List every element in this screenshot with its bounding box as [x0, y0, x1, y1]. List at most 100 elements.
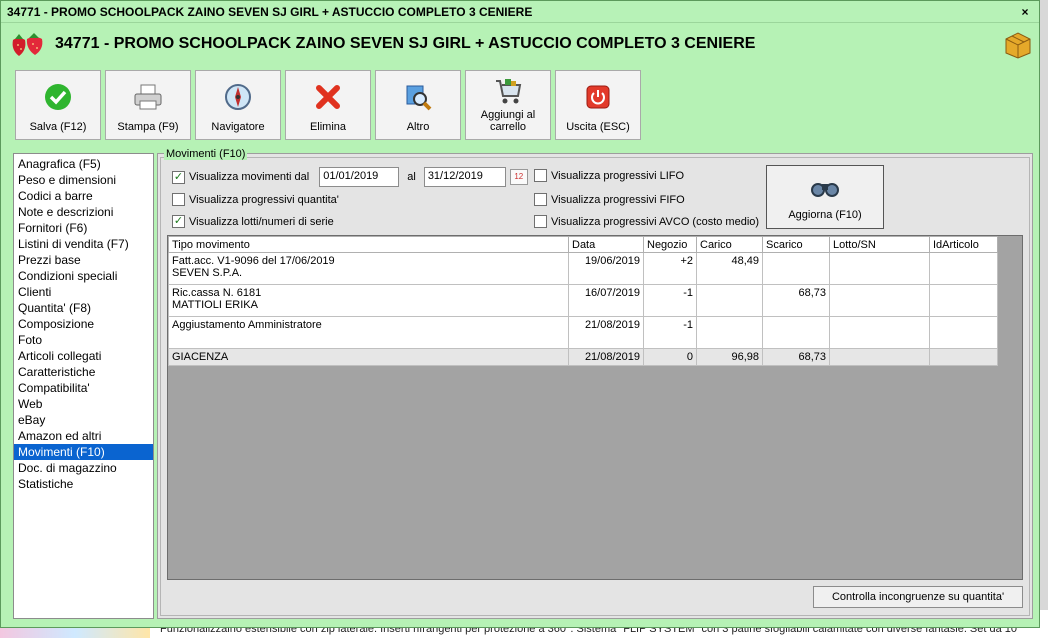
sidebar-item[interactable]: Clienti — [14, 284, 153, 300]
col-scarico[interactable]: Scarico — [762, 236, 830, 253]
magnifier-icon — [402, 81, 434, 113]
article-header: 34771 - PROMO SCHOOLPACK ZAINO SEVEN SJ … — [9, 27, 1037, 61]
cell-scarico — [762, 316, 830, 349]
binoculars-icon — [810, 178, 840, 201]
sidebar-item[interactable]: Codici a barre — [14, 188, 153, 204]
avco-checkbox[interactable] — [534, 215, 547, 228]
sidebar-item[interactable]: Statistiche — [14, 476, 153, 492]
save-label: Salva (F12) — [29, 121, 87, 133]
movements-table: Tipo movimento Data Negozio Carico Scari… — [168, 236, 998, 366]
avco-label: Visualizza progressivi AVCO (costo medio… — [551, 215, 760, 228]
progressive-qty-label: Visualizza progressivi quantita' — [189, 193, 339, 206]
fifo-label: Visualizza progressivi FIFO — [551, 193, 685, 206]
add-to-cart-label-line1: Aggiungi al — [480, 109, 536, 121]
refresh-label: Aggiorna (F10) — [788, 209, 862, 221]
other-button[interactable]: Altro — [375, 70, 461, 140]
date-from-input[interactable]: 01/01/2019 — [319, 167, 400, 187]
total-carico: 96,98 — [696, 348, 763, 366]
sidebar-item[interactable]: Anagrafica (F5) — [14, 156, 153, 172]
power-icon — [582, 81, 614, 113]
window-title: 34771 - PROMO SCHOOLPACK ZAINO SEVEN SJ … — [7, 4, 533, 19]
tipo-line1: Fatt.acc. V1-9096 del 17/06/2019 — [172, 255, 335, 267]
tipo-line2: SEVEN S.P.A. — [172, 267, 243, 279]
tipo-line1: Ric.cassa N. 6181 — [172, 287, 262, 299]
total-scarico: 68,73 — [762, 348, 830, 366]
calendar-icon[interactable]: 12 — [509, 169, 528, 185]
navigator-label: Navigatore — [211, 121, 265, 133]
col-lotto[interactable]: Lotto/SN — [829, 236, 930, 253]
close-icon[interactable]: × — [1017, 5, 1033, 19]
movements-group-label: Movimenti (F10) — [164, 148, 248, 160]
sidebar-item[interactable]: Fornitori (F6) — [14, 220, 153, 236]
print-label: Stampa (F9) — [117, 121, 179, 133]
cell-scarico — [762, 252, 830, 285]
check-inconsistencies-button[interactable]: Controlla incongruenze su quantita' — [813, 586, 1023, 608]
cell-data: 19/06/2019 — [568, 252, 644, 285]
delete-label: Elimina — [309, 121, 347, 133]
table-header-row: Tipo movimento Data Negozio Carico Scari… — [168, 236, 998, 253]
sidebar-item[interactable]: eBay — [14, 412, 153, 428]
cell-lotto — [829, 252, 930, 285]
cell-tipo: Aggiustamento Amministratore — [168, 316, 569, 349]
progressive-qty-checkbox[interactable] — [172, 193, 185, 206]
total-idarticolo — [929, 348, 998, 366]
cell-idarticolo — [929, 252, 998, 285]
boxes-icon — [1003, 29, 1033, 59]
sidebar-item-movimenti[interactable]: Movimenti (F10) — [14, 444, 153, 460]
sidebar-item[interactable]: Amazon ed altri — [14, 428, 153, 444]
sidebar-item[interactable]: Listini di vendita (F7) — [14, 236, 153, 252]
sidebar-item[interactable]: Web — [14, 396, 153, 412]
col-carico[interactable]: Carico — [696, 236, 763, 253]
add-to-cart-button[interactable]: Aggiungi al carrello — [465, 70, 551, 140]
fifo-checkbox[interactable] — [534, 193, 547, 206]
progressive-qty-row: Visualizza progressivi quantita' — [172, 193, 339, 206]
sidebar-item[interactable]: Foto — [14, 332, 153, 348]
cell-lotto — [829, 316, 930, 349]
show-movements-label: Visualizza movimenti dal — [189, 171, 310, 183]
avco-row: Visualizza progressivi AVCO (costo medio… — [534, 215, 759, 228]
lifo-row: Visualizza progressivi LIFO — [534, 169, 684, 182]
sidebar-item[interactable]: Note e descrizioni — [14, 204, 153, 220]
sidebar-item[interactable]: Articoli collegati — [14, 348, 153, 364]
cell-data: 16/07/2019 — [568, 284, 644, 317]
col-idarticolo[interactable]: IdArticolo — [929, 236, 998, 253]
strawberry-logo-icon — [9, 30, 47, 58]
sidebar-item[interactable]: Compatibilita' — [14, 380, 153, 396]
table-row[interactable]: Ric.cassa N. 6181 MATTIOLI ERIKA 16/07/20… — [168, 284, 998, 317]
col-negozio[interactable]: Negozio — [643, 236, 697, 253]
sidebar-item[interactable]: Caratteristiche — [14, 364, 153, 380]
show-movements-checkbox[interactable]: ✓ — [172, 170, 185, 184]
navigator-button[interactable]: Navigatore — [195, 70, 281, 140]
sidebar-item[interactable]: Doc. di magazzino — [14, 460, 153, 476]
sidebar-item[interactable]: Peso e dimensioni — [14, 172, 153, 188]
page-title: 34771 - PROMO SCHOOLPACK ZAINO SEVEN SJ … — [55, 35, 756, 52]
printer-icon — [132, 81, 164, 113]
cell-carico: 48,49 — [696, 252, 763, 285]
sidebar-item[interactable]: Condizioni speciali — [14, 268, 153, 284]
lots-row: ✓ Visualizza lotti/numeri di serie — [172, 215, 334, 228]
save-button[interactable]: Salva (F12) — [15, 70, 101, 140]
delete-button[interactable]: Elimina — [285, 70, 371, 140]
total-negozio: 0 — [643, 348, 697, 366]
lots-checkbox[interactable]: ✓ — [172, 215, 185, 228]
movements-grid: Tipo movimento Data Negozio Carico Scari… — [167, 235, 1023, 580]
sidebar-item[interactable]: Prezzi base — [14, 252, 153, 268]
movements-panel: Movimenti (F10) ✓ Visualizza movimenti d… — [157, 148, 1033, 619]
sidebar-item[interactable]: Composizione — [14, 316, 153, 332]
refresh-button[interactable]: Aggiorna (F10) — [766, 165, 884, 229]
al-label: al — [407, 171, 416, 183]
lifo-checkbox[interactable] — [534, 169, 547, 182]
delete-x-icon — [312, 81, 344, 113]
total-data: 21/08/2019 — [568, 348, 644, 366]
print-button[interactable]: Stampa (F9) — [105, 70, 191, 140]
cell-negozio: -1 — [643, 316, 697, 349]
table-row[interactable]: Fatt.acc. V1-9096 del 17/06/2019 SEVEN S.… — [168, 252, 998, 285]
date-to-input[interactable]: 31/12/2019 — [423, 167, 506, 187]
exit-button[interactable]: Uscita (ESC) — [555, 70, 641, 140]
col-data[interactable]: Data — [568, 236, 644, 253]
sidebar-item[interactable]: Quantita' (F8) — [14, 300, 153, 316]
exit-label: Uscita (ESC) — [566, 121, 630, 133]
table-row[interactable]: Aggiustamento Amministratore 21/08/2019 … — [168, 316, 998, 349]
col-tipo[interactable]: Tipo movimento — [168, 236, 569, 253]
title-bar[interactable]: 34771 - PROMO SCHOOLPACK ZAINO SEVEN SJ … — [1, 1, 1039, 23]
